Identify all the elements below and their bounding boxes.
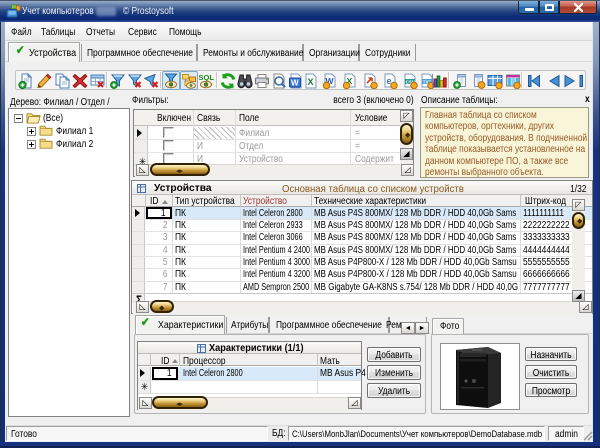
svg-text:X: X [308, 77, 314, 87]
svg-text:W: W [291, 79, 299, 88]
svg-text:SQL: SQL [199, 73, 215, 82]
